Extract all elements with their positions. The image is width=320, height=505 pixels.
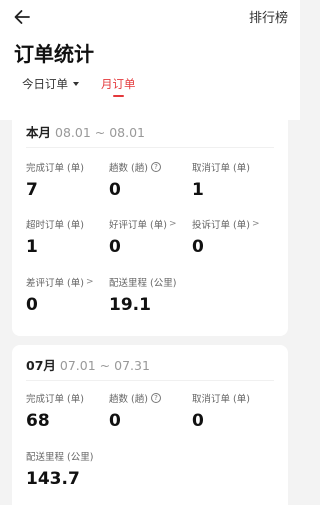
tab-today-orders-label: 今日订单: [22, 77, 68, 91]
question-circle-icon[interactable]: ?: [150, 393, 161, 403]
stat-label: 取消订单 (单): [192, 163, 250, 174]
stat-label: 投诉订单 (单): [192, 220, 250, 231]
card-heading: 本月 08.01 ~ 08.01: [26, 122, 145, 141]
header: 排行榜 订单统计 今日订单 月订单: [0, 0, 300, 120]
card-date-range: 08.01 ~ 08.01: [55, 125, 146, 140]
chevron-right-icon: >: [168, 219, 177, 229]
stats-card-previous-month: 07月 07.01 ~ 07.31 完成订单 (单) 68 趟数 (趟)? 0 取…: [12, 345, 288, 505]
card-date-range: 07.01 ~ 07.31: [59, 358, 150, 373]
stat-label: 超时订单 (单): [26, 220, 84, 231]
page-title: 订单统计: [14, 42, 94, 66]
tab-today-orders[interactable]: 今日订单: [22, 76, 79, 92]
stat-label: 配送里程 (公里): [109, 278, 177, 289]
rank-button[interactable]: 排行榜: [249, 7, 288, 26]
stat-label: 差评订单 (单): [26, 278, 84, 289]
stat-value: 0: [109, 237, 121, 257]
stat-value: 0: [109, 411, 121, 431]
card-heading: 07月 07.01 ~ 07.31: [26, 355, 150, 374]
stat-cancelled-orders: 取消订单 (单) 1: [192, 160, 250, 200]
stat-value: 68: [26, 411, 50, 431]
stat-good-review-orders[interactable]: 好评订单 (单) > 0: [109, 217, 176, 257]
back-arrow-icon: [14, 10, 30, 24]
stat-value: 19.1: [109, 295, 151, 315]
back-button[interactable]: [10, 5, 34, 29]
stat-value: 0: [192, 237, 204, 257]
card-month: 本月: [26, 125, 52, 140]
stat-bad-review-orders[interactable]: 差评订单 (单) > 0: [26, 275, 93, 315]
stat-value: 1: [192, 180, 204, 200]
question-circle-icon[interactable]: ?: [150, 162, 161, 172]
stat-label: 取消订单 (单): [192, 394, 250, 405]
stat-value: 143.7: [26, 469, 80, 489]
stat-completed-orders: 完成订单 (单) 68: [26, 391, 84, 431]
caret-down-icon: [73, 82, 79, 86]
chevron-right-icon: >: [85, 277, 94, 287]
stat-label: 完成订单 (单): [26, 394, 84, 405]
stat-cancelled-orders: 取消订单 (单) 0: [192, 391, 250, 431]
stat-label: 配送里程 (公里): [26, 452, 94, 463]
divider: [26, 147, 274, 148]
stat-overtime-orders: 超时订单 (单) 1: [26, 217, 84, 257]
stat-complaint-orders[interactable]: 投诉订单 (单) > 0: [192, 217, 259, 257]
stat-delivery-mileage: 配送里程 (公里) 143.7: [26, 449, 93, 489]
stats-card-current-month: 本月 08.01 ~ 08.01 完成订单 (单) 7 趟数 (趟)? 0 取消订…: [12, 112, 288, 336]
stat-delivery-mileage: 配送里程 (公里) 19.1: [109, 275, 176, 315]
stat-completed-orders: 完成订单 (单) 7: [26, 160, 84, 200]
stat-label: 好评订单 (单): [109, 220, 167, 231]
tab-monthly-orders[interactable]: 月订单: [101, 76, 136, 92]
stat-label: 趟数 (趟): [109, 394, 148, 405]
card-month: 07月: [26, 358, 56, 373]
stat-value: 0: [109, 180, 121, 200]
stat-trips: 趟数 (趟)? 0: [109, 160, 161, 200]
stat-value: 7: [26, 180, 38, 200]
active-tab-indicator: [113, 95, 124, 97]
stat-value: 0: [26, 295, 38, 315]
chevron-right-icon: >: [251, 219, 260, 229]
divider: [26, 380, 274, 381]
stat-value: 1: [26, 237, 38, 257]
stat-label: 趟数 (趟): [109, 163, 148, 174]
stat-value: 0: [192, 411, 204, 431]
stat-trips: 趟数 (趟)? 0: [109, 391, 161, 431]
stat-label: 完成订单 (单): [26, 163, 84, 174]
